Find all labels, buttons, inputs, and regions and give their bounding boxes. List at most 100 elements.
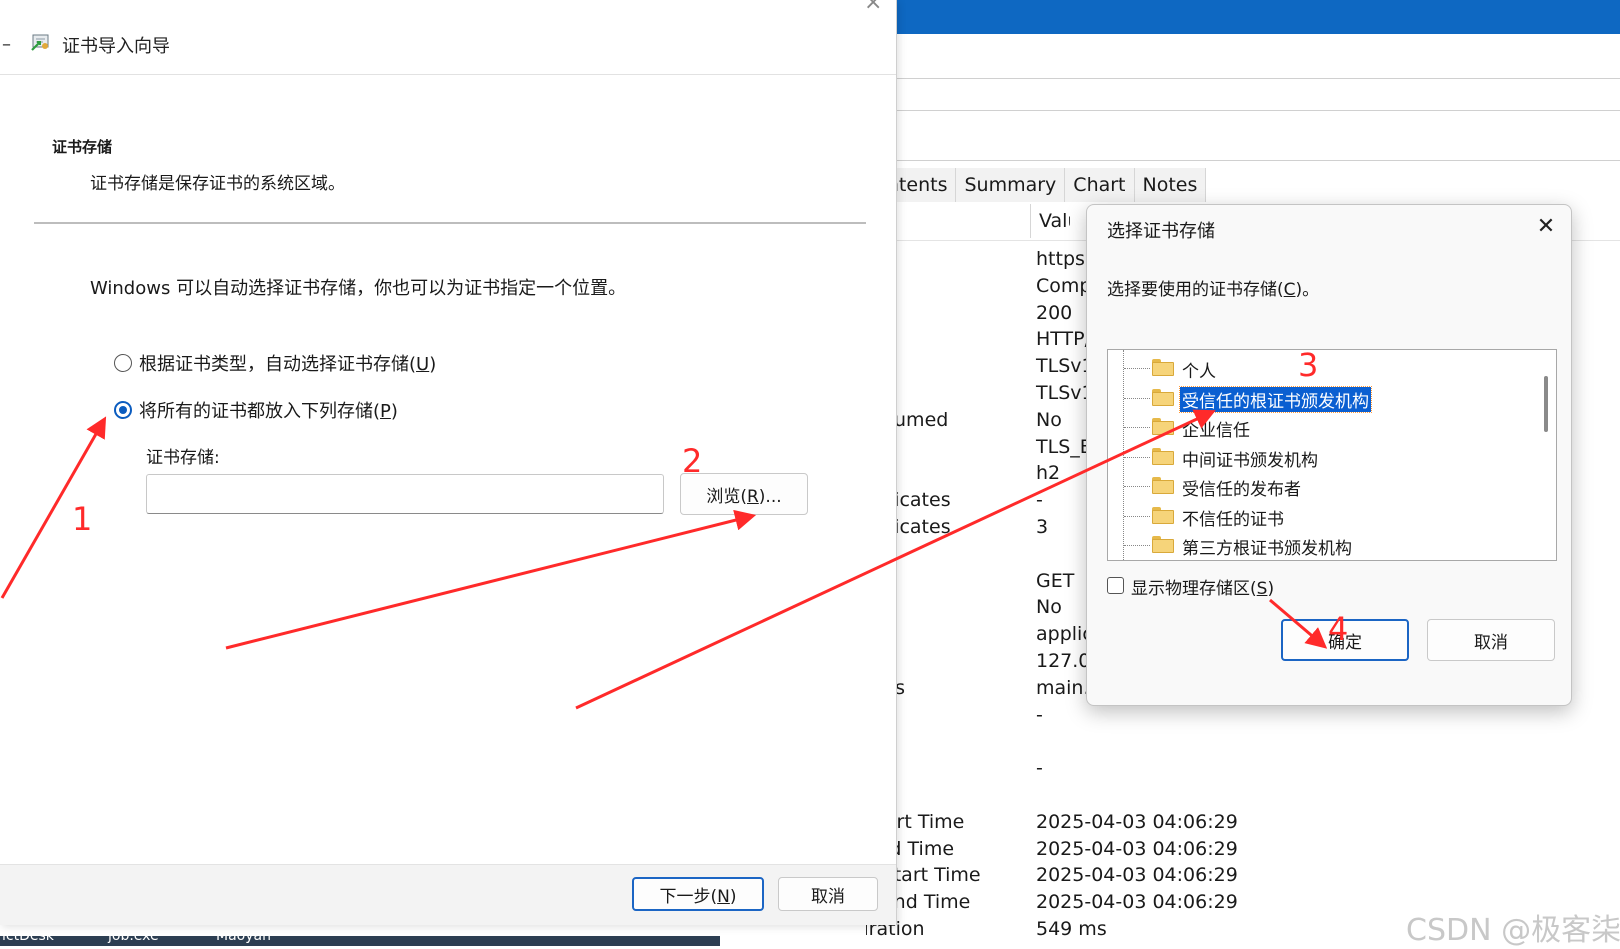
watermark: CSDN @极客柒 xyxy=(1406,913,1620,948)
row-value: 2025-04-03 04:06:29 xyxy=(1036,810,1238,833)
label-text: 根据证书类型，自动选择证书存储( xyxy=(139,354,417,375)
wizard-title: 证书导入向导 xyxy=(62,36,170,57)
dialog-prompt: 选择要使用的证书存储(C)。 xyxy=(1107,275,1319,300)
tree-connector xyxy=(1124,456,1150,458)
button-label: 下一步( xyxy=(659,886,718,907)
close-icon[interactable]: × xyxy=(864,0,882,15)
show-physical-stores-checkbox[interactable] xyxy=(1107,577,1124,594)
access-key: R xyxy=(746,486,759,507)
row-value: - xyxy=(1036,489,1043,512)
tree-item[interactable]: 企业信任 xyxy=(1116,413,1536,441)
access-key: C xyxy=(1283,280,1296,300)
access-key: S xyxy=(1256,579,1268,599)
button-suffix: ) xyxy=(729,886,737,907)
place-all-certificates-label[interactable]: 将所有的证书都放入下列存储(P) xyxy=(139,397,398,423)
row-value: - xyxy=(1036,757,1043,780)
folder-icon xyxy=(1152,447,1174,465)
background-tab-bar: Contents Summary Chart Notes xyxy=(854,168,1207,202)
divider xyxy=(0,74,896,75)
access-key: P xyxy=(380,401,391,422)
auto-select-store-label[interactable]: 根据证书类型，自动选择证书存储(U) xyxy=(139,350,436,376)
value-column-header[interactable]: Value xyxy=(1030,204,1070,238)
annotation-number-3: 3 xyxy=(1298,346,1319,384)
tree-item-label: 个人 xyxy=(1182,362,1216,382)
row-value: No xyxy=(1036,596,1062,619)
row-value: 549 ms xyxy=(1036,918,1107,940)
tab-chart[interactable]: Chart xyxy=(1065,168,1135,202)
show-physical-stores-label[interactable]: 显示物理存储区(S) xyxy=(1131,574,1274,599)
next-button[interactable]: 下一步(N) xyxy=(632,877,764,911)
tree-item-label: 企业信任 xyxy=(1182,421,1250,441)
tree-item-label: 第三方根证书颁发机构 xyxy=(1182,539,1352,559)
label-suffix: )。 xyxy=(1295,280,1320,300)
label-suffix: ) xyxy=(1267,579,1275,599)
row-value: - xyxy=(1036,703,1043,726)
tree-connector xyxy=(1124,545,1150,546)
taskbar-item[interactable]: ictDesk xyxy=(2,936,54,944)
folder-icon xyxy=(1152,506,1174,524)
row-value: applic xyxy=(1036,623,1093,646)
tree-item[interactable]: 受信任的发布者 xyxy=(1116,472,1536,500)
row-value: Comp xyxy=(1036,274,1092,297)
annotation-number-1: 1 xyxy=(72,500,93,538)
certificate-store-label: 证书存储: xyxy=(146,448,220,468)
folder-icon xyxy=(1152,536,1174,553)
close-icon[interactable]: ✕ xyxy=(1529,211,1563,243)
row-value: 200 xyxy=(1036,301,1073,324)
taskbar: ictDesk job.exe Maoyan xyxy=(0,936,720,946)
divider xyxy=(866,110,1620,111)
row-value: HTTP/ xyxy=(1036,328,1092,351)
row-value: GET xyxy=(1036,569,1075,592)
divider xyxy=(866,78,1620,79)
row-value: 3 xyxy=(1036,516,1049,538)
row-value: h2 xyxy=(1036,462,1061,485)
folder-icon xyxy=(1152,359,1174,376)
folder-icon xyxy=(1152,388,1174,406)
back-arrow-icon[interactable]: – xyxy=(2,34,11,55)
place-all-certificates-radio[interactable] xyxy=(114,401,132,419)
folder-icon xyxy=(1152,477,1174,494)
certificate-wizard-icon xyxy=(31,34,49,51)
scrollbar-thumb[interactable] xyxy=(1544,376,1548,432)
button-label: 浏览( xyxy=(706,486,747,507)
dialog-cancel-button[interactable]: 取消 xyxy=(1427,619,1555,661)
tree-connector xyxy=(1124,486,1150,487)
tree-connector xyxy=(1124,427,1150,428)
dialog-title: 选择证书存储 xyxy=(1107,221,1215,242)
annotation-number-4: 4 xyxy=(1328,610,1349,648)
row-value: 2025-04-03 04:06:29 xyxy=(1036,891,1238,914)
access-key: N xyxy=(717,886,730,907)
access-key: U xyxy=(416,354,430,375)
page-heading: 证书存储 xyxy=(52,138,113,156)
divider xyxy=(866,160,1620,161)
tree-item-label: 受信任的发布者 xyxy=(1182,480,1301,500)
tab-summary[interactable]: Summary xyxy=(956,168,1066,202)
label-suffix: ) xyxy=(429,354,437,375)
background-titlebar xyxy=(866,0,1620,34)
tree-connector xyxy=(1124,368,1150,369)
row-value: 2025-04-03 04:06:29 xyxy=(1036,837,1238,860)
tree-item[interactable]: 个人 xyxy=(1116,354,1536,382)
annotation-number-2: 2 xyxy=(682,442,703,480)
certificate-store-input[interactable] xyxy=(146,474,664,514)
divider xyxy=(34,222,866,224)
button-suffix: )... xyxy=(758,486,782,507)
description-text: Windows 可以自动选择证书存储，你也可以为证书指定一个位置。 xyxy=(90,278,627,299)
certificate-import-wizard: – × 证书导入向导 证书存储 证书存储是保存证书的系统区域。 Windows … xyxy=(0,0,897,925)
tree-item[interactable]: 中间证书颁发机构 xyxy=(1116,443,1536,471)
row-value: 2025-04-03 04:06:29 xyxy=(1036,864,1238,887)
auto-select-store-radio[interactable] xyxy=(114,354,132,372)
row-value: No xyxy=(1036,408,1062,431)
tree-connector xyxy=(1124,515,1150,517)
taskbar-item[interactable]: job.exe xyxy=(108,936,159,944)
wizard-cancel-button[interactable]: 取消 xyxy=(778,877,878,911)
label-text: 显示物理存储区( xyxy=(1131,579,1257,599)
tree-item-label: 受信任的根证书颁发机构 xyxy=(1179,385,1372,413)
tree-item[interactable]: 第三方根证书颁发机构 xyxy=(1116,531,1536,559)
folder-icon xyxy=(1152,418,1174,435)
taskbar-item[interactable]: Maoyan xyxy=(216,936,271,944)
tab-notes[interactable]: Notes xyxy=(1134,168,1207,202)
certificate-store-tree[interactable]: 个人受信任的根证书颁发机构企业信任 中间证书颁发机构受信任的发布者 不信任的证书第三… xyxy=(1107,349,1557,561)
tree-item[interactable]: 不信任的证书 xyxy=(1116,502,1536,530)
tree-item[interactable]: 受信任的根证书颁发机构 xyxy=(1116,384,1536,413)
